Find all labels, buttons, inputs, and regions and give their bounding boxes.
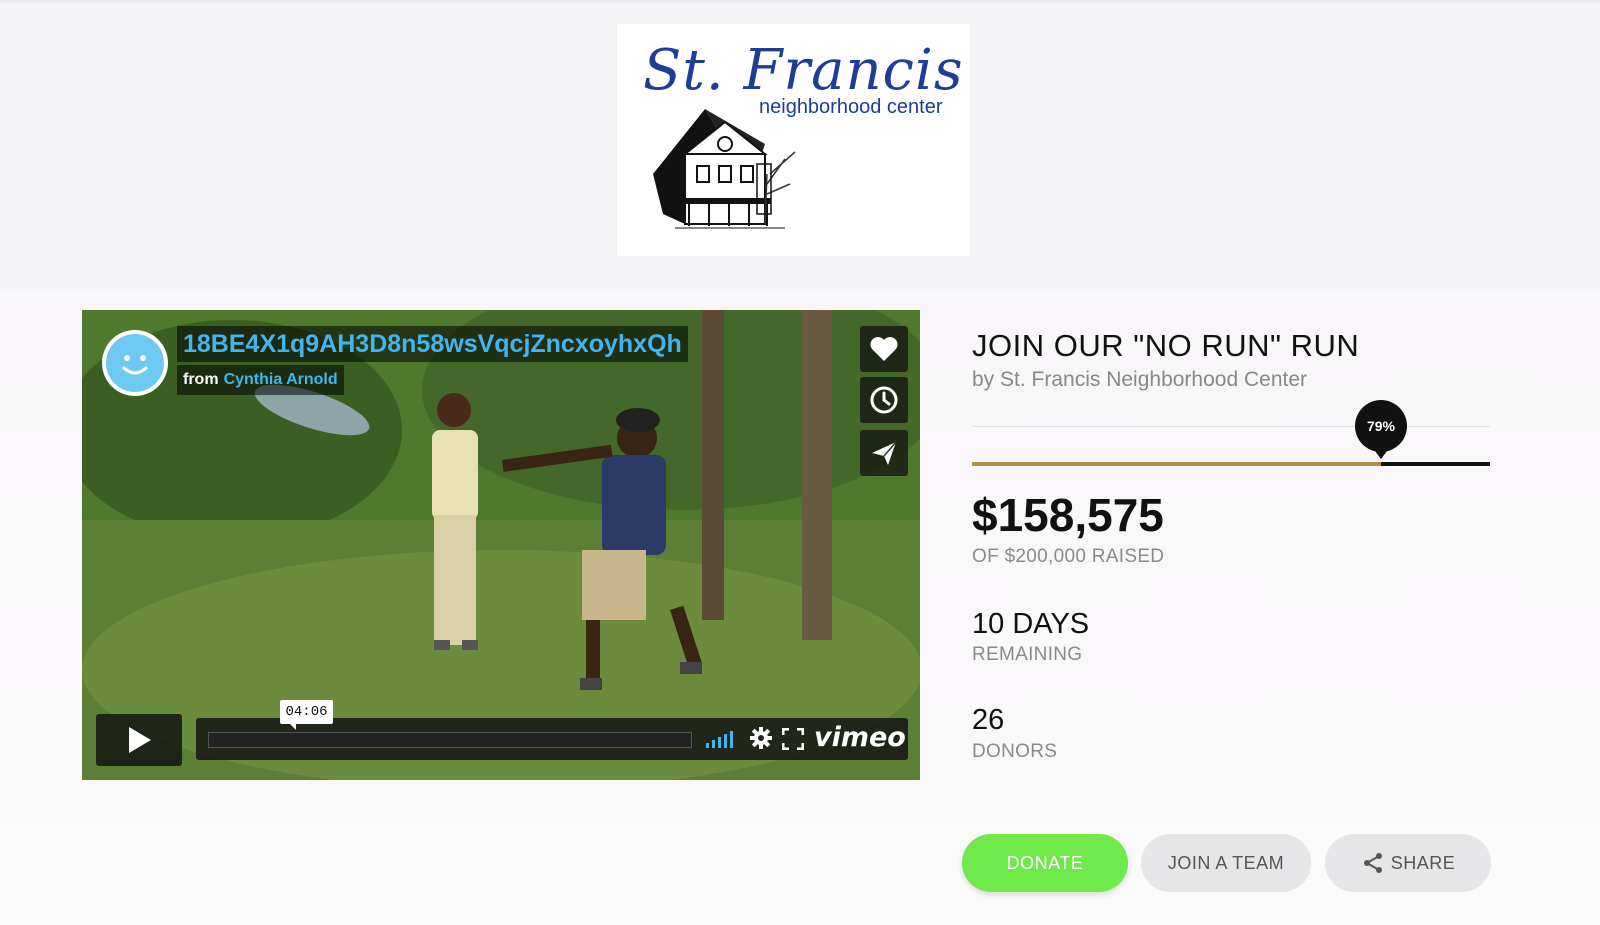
video-author-avatar[interactable] — [102, 330, 168, 396]
clock-icon — [870, 386, 898, 414]
top-divider — [0, 0, 1600, 4]
campaign-organizer: by St. Francis Neighborhood Center — [972, 368, 1308, 391]
heart-icon — [870, 337, 898, 361]
video-controls: 04:06 vimeo — [96, 700, 908, 766]
donor-count: 26 — [972, 704, 1005, 736]
campaign-title: JOIN OUR "NO RUN" RUN — [972, 328, 1360, 363]
like-button[interactable] — [860, 326, 908, 372]
video-title-link[interactable]: 18BE4X1q9AH3D8n58wsVqcjZncxoyhxQh — [183, 330, 682, 359]
fundraising-progress-bar — [972, 462, 1490, 466]
video-title-bar: 18BE4X1q9AH3D8n58wsVqcjZncxoyhxQh — [177, 326, 688, 362]
video-duration: 04:06 — [280, 700, 333, 730]
share-button[interactable]: SHARE — [1325, 834, 1491, 892]
video-control-bar: 04:06 vimeo — [196, 700, 908, 760]
fullscreen-icon[interactable] — [782, 728, 804, 750]
play-icon — [129, 727, 151, 753]
info-divider — [972, 426, 1490, 427]
video-byline: from Cynthia Arnold — [177, 365, 344, 395]
house-illustration-icon — [653, 109, 796, 229]
progress-percent-badge: 79% — [1355, 400, 1407, 459]
settings-gear-icon[interactable] — [749, 726, 773, 750]
goal-label: OF $200,000 RAISED — [972, 546, 1165, 567]
video-player[interactable]: 18BE4X1q9AH3D8n58wsVqcjZncxoyhxQh from C… — [82, 310, 920, 780]
share-icon — [1363, 853, 1382, 873]
video-author-link[interactable]: Cynthia Arnold — [224, 371, 338, 389]
watch-later-button[interactable] — [860, 377, 908, 423]
volume-icon[interactable] — [706, 730, 738, 748]
send-icon — [872, 441, 897, 465]
smiley-icon — [122, 355, 148, 375]
join-team-button[interactable]: JOIN A TEAM — [1141, 834, 1311, 892]
logo-title: St. Francis — [643, 38, 964, 103]
donor-count-label: DONORS — [972, 741, 1058, 762]
days-remaining-label: REMAINING — [972, 644, 1083, 665]
video-from-label: from — [183, 371, 219, 388]
organization-logo: St. Francis neighborhood center — [617, 24, 970, 256]
share-button-label: SHARE — [1390, 852, 1456, 873]
amount-raised: $158,575 — [972, 489, 1164, 541]
donate-button[interactable]: DONATE — [962, 834, 1128, 892]
days-remaining: 10 DAYS — [972, 608, 1090, 640]
share-video-button[interactable] — [860, 430, 908, 476]
vimeo-logo[interactable]: vimeo — [814, 722, 906, 753]
progress-fill — [972, 462, 1381, 466]
video-progress-track[interactable] — [208, 732, 692, 748]
play-button[interactable] — [96, 714, 182, 766]
